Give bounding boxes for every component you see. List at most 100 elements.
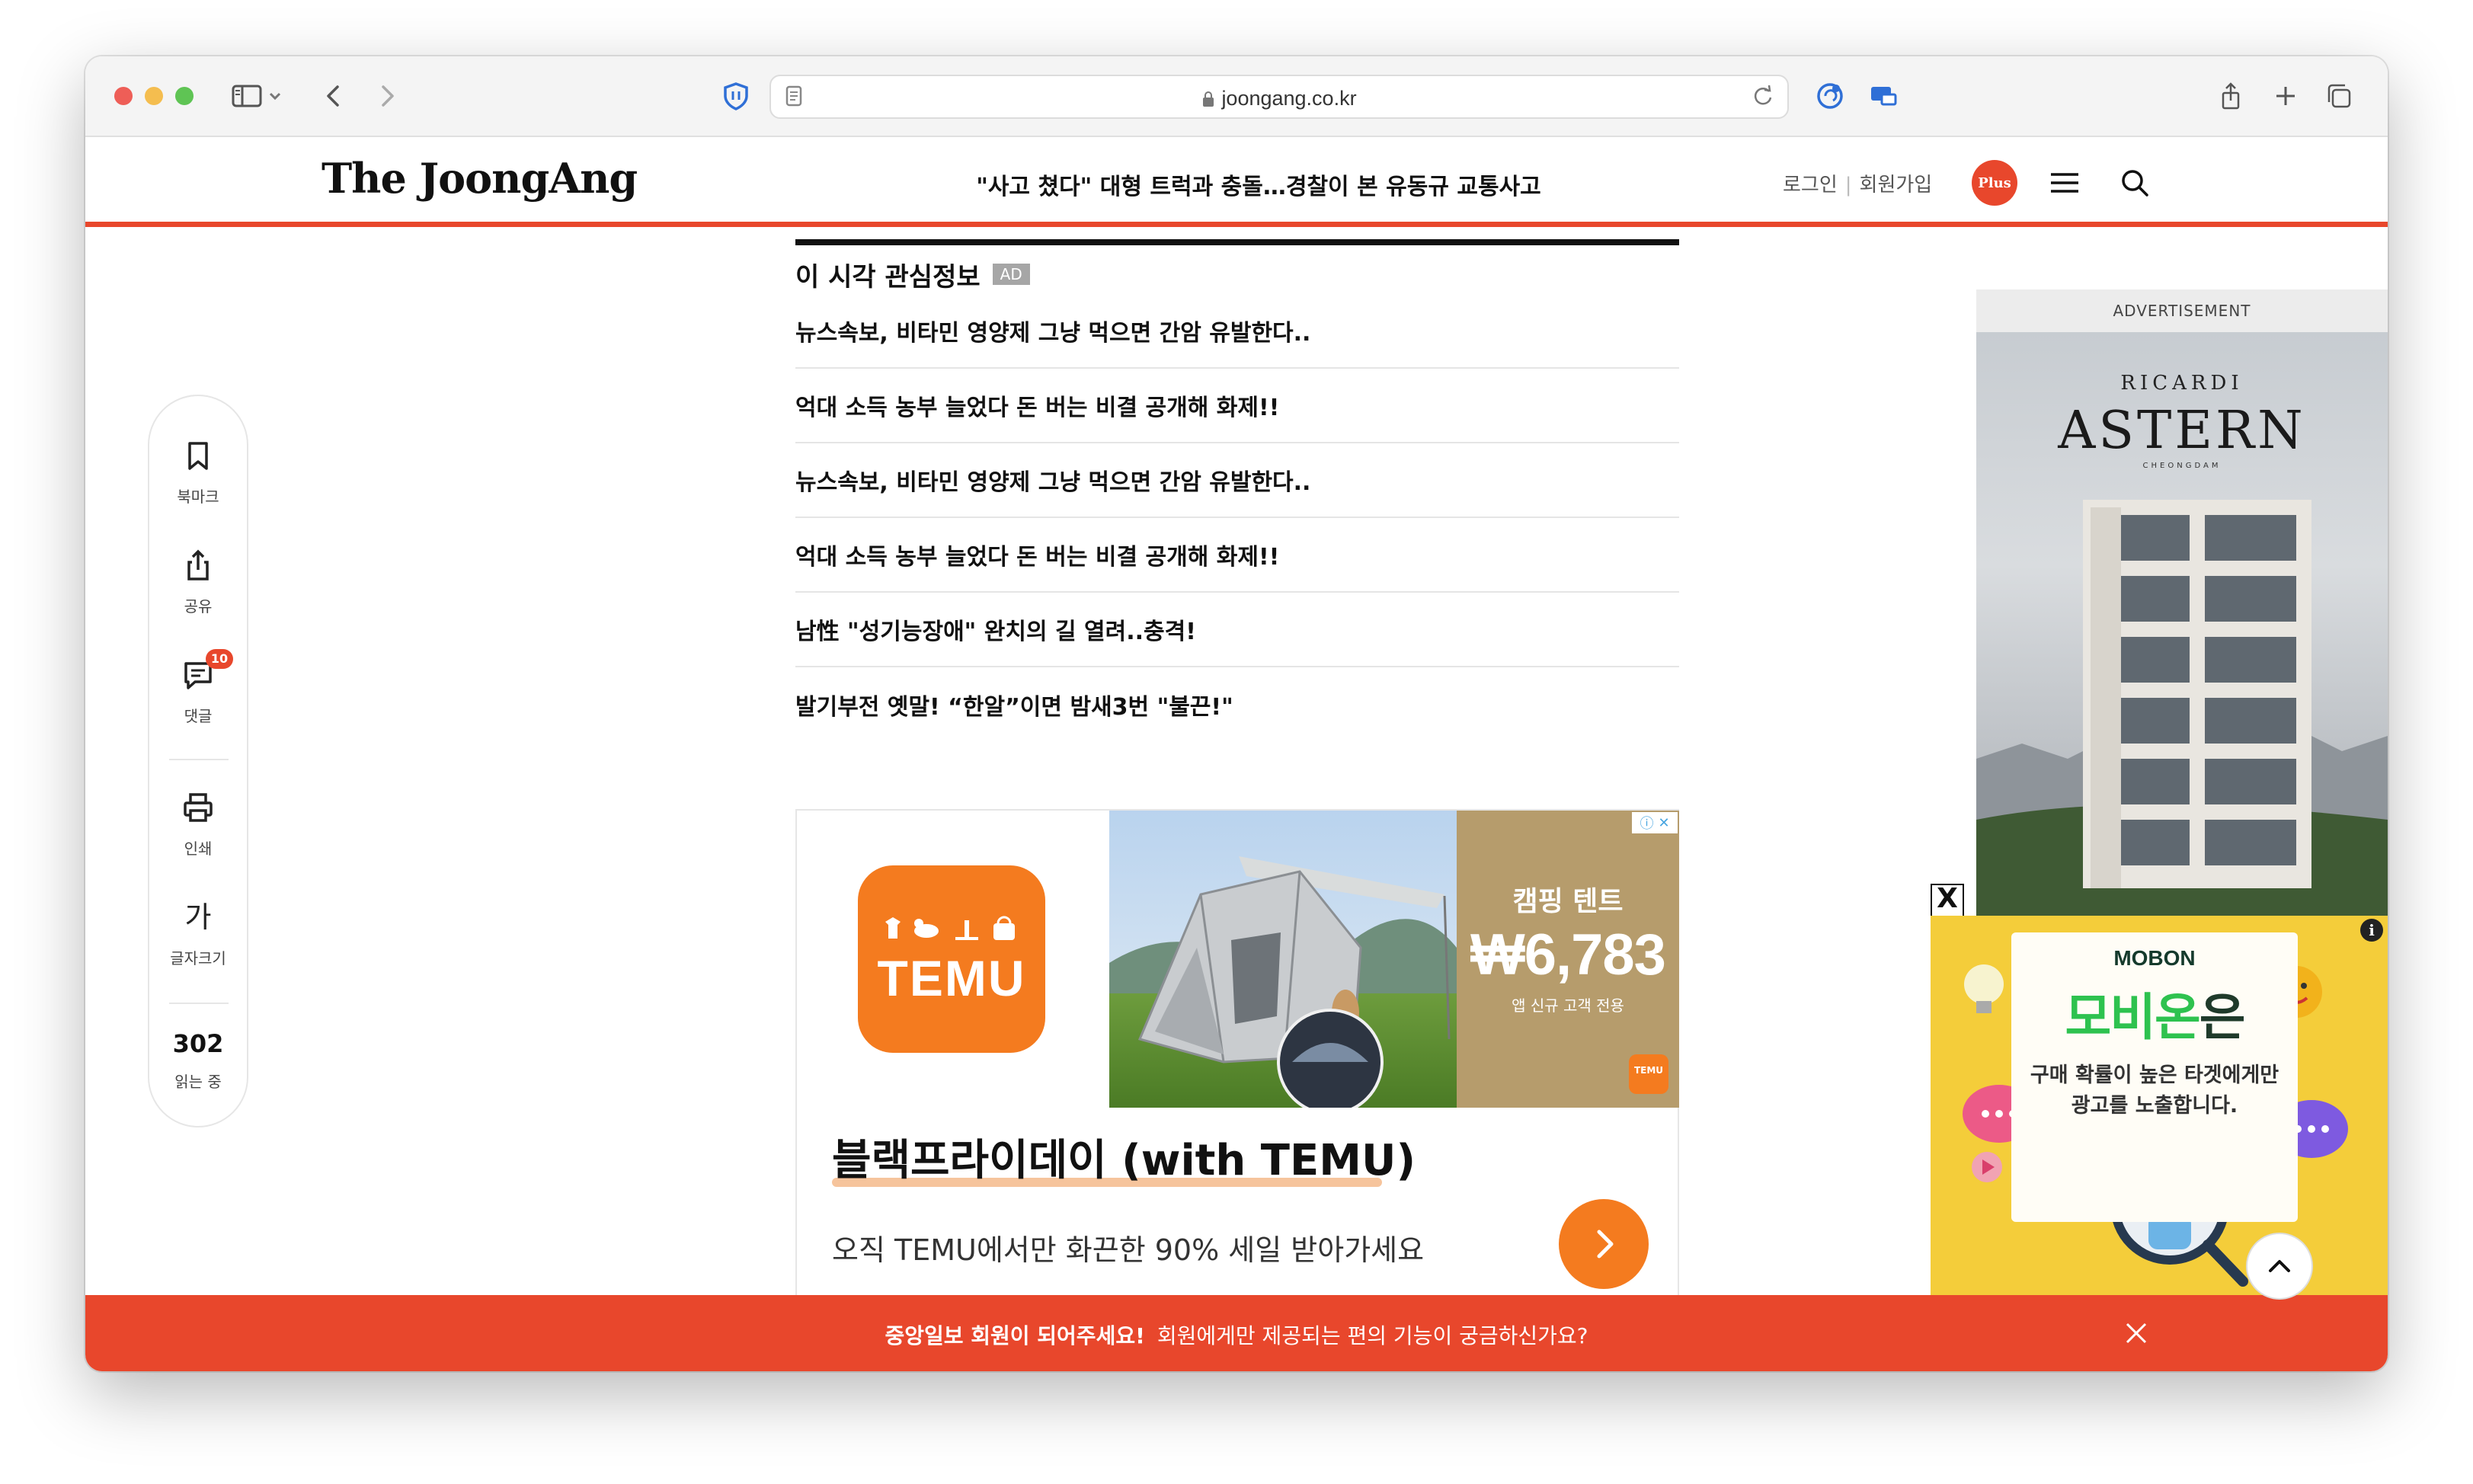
menu-icon[interactable] xyxy=(2046,165,2083,201)
bookmark-icon xyxy=(188,442,208,470)
comment-count-badge: 10 xyxy=(206,649,233,669)
banner-body-text: 회원에게만 제공되는 편의 기능이 궁금하신가요? xyxy=(1157,1323,1588,1348)
product-name: 캠핑 텐트 xyxy=(1512,886,1624,917)
section-title: 이 시각 관심정보 AD xyxy=(795,254,1679,294)
bookmark-button[interactable]: 북마크 xyxy=(149,437,247,507)
price-panel[interactable]: ⓘ ✕ 캠핑 텐트 ₩6,783 앱 신규 고객 전용 TEMU xyxy=(1457,811,1679,1108)
mobon-line-1: 구매 확률이 높은 타겟에게만 xyxy=(2030,1063,2279,1087)
temu-chip-logo: TEMU xyxy=(1629,1054,1668,1094)
astern-subtitle: CHEONGDAM xyxy=(2142,462,2222,470)
ad-go-button[interactable] xyxy=(1559,1199,1649,1289)
print-button[interactable]: 인쇄 xyxy=(149,789,247,859)
list-item[interactable]: 억대 소득 농부 늘었다 돈 버는 비결 공개해 화제!! xyxy=(795,518,1679,593)
forward-icon[interactable] xyxy=(369,78,405,114)
ad-close-button[interactable]: X xyxy=(1931,884,1964,917)
sidebar-icon[interactable] xyxy=(229,78,265,114)
chevron-down-icon[interactable] xyxy=(264,78,286,114)
back-icon[interactable] xyxy=(315,78,352,114)
list-item[interactable]: 뉴스속보, 비타민 영양제 그냥 먹으면 간암 유발한다.. xyxy=(795,443,1679,518)
font-size-button[interactable]: 가 글자크기 xyxy=(149,899,247,968)
temu-product-icons xyxy=(885,916,1015,940)
url-display[interactable]: joongang.co.kr xyxy=(771,87,1787,110)
mobon-brand: MOBON xyxy=(2113,946,2196,970)
search-icon[interactable] xyxy=(2116,165,2153,201)
temu-logo[interactable]: TEMU xyxy=(858,865,1045,1053)
astern-ad[interactable]: RICARDI ASTERN CHEONGDAM xyxy=(1976,332,2388,916)
font-size-label: 글자크기 xyxy=(170,949,226,967)
mobon-ad[interactable]: i MOBON 모비온은 구매 확률이 높은 타겟에게만 광고를 노출합니다. xyxy=(1931,916,2388,1312)
minimize-window-button[interactable] xyxy=(145,87,163,105)
comments-button[interactable]: 10 댓글 xyxy=(149,649,247,726)
interest-info-section: 이 시각 관심정보 AD 뉴스속보, 비타민 영양제 그냥 먹으면 간암 유발한… xyxy=(795,239,1679,742)
list-item[interactable]: 발기부전 옛말! “한알”이면 밤새3번 "불끈!" xyxy=(795,667,1679,742)
section-top-rule xyxy=(795,239,1679,245)
browser-window: joongang.co.kr The JoongAng "사고 쳤다" 대형 트… xyxy=(85,56,2388,1371)
banner-text[interactable]: 중앙일보 회원이 되어주세요! 회원에게만 제공되는 편의 기능이 궁금하신가요? xyxy=(85,1319,2388,1350)
lock-icon xyxy=(1201,89,1215,107)
signup-link[interactable]: 회원가입 xyxy=(1860,174,1933,197)
mobon-description: 구매 확률이 높은 타겟에게만 광고를 노출합니다. xyxy=(2011,1060,2298,1121)
close-icon[interactable]: ✕ xyxy=(1658,815,1669,831)
rail-divider xyxy=(169,1003,229,1004)
tent-photo[interactable] xyxy=(1109,811,1457,1108)
rail-divider xyxy=(169,759,229,760)
ad-tag: AD xyxy=(992,264,1030,285)
ad-headline[interactable]: 블랙프라이데이 (with TEMU) xyxy=(832,1126,1416,1188)
close-icon[interactable] xyxy=(2119,1316,2153,1350)
article-action-rail: 북마크 공유 10 댓글 인쇄 가 글자크기 302 읽는 중 xyxy=(148,395,248,1127)
new-tab-icon[interactable] xyxy=(2267,78,2304,114)
list-item[interactable]: 뉴스속보, 비타민 영양제 그냥 먹으면 간암 유발한다.. xyxy=(795,294,1679,369)
astern-brand: RICARDI xyxy=(2120,372,2244,395)
info-icon: ⓘ xyxy=(1640,816,1654,832)
screen-mirror-icon[interactable] xyxy=(1865,78,1902,114)
site-logo[interactable]: The JoongAng xyxy=(322,154,638,203)
print-label: 인쇄 xyxy=(184,840,213,858)
readers-counter: 302 읽는 중 xyxy=(149,1028,247,1092)
site-header: The JoongAng "사고 쳤다" 대형 트럭과 충돌…경찰이 본 유동규… xyxy=(85,137,2388,227)
interest-list: 뉴스속보, 비타민 영양제 그냥 먹으면 간암 유발한다.. 억대 소득 농부 … xyxy=(795,294,1679,742)
reload-icon[interactable] xyxy=(1748,81,1778,111)
font-size-icon: 가 xyxy=(184,900,212,934)
share-icon[interactable] xyxy=(2212,78,2249,114)
list-item[interactable]: 억대 소득 농부 늘었다 돈 버는 비결 공개해 화제!! xyxy=(795,369,1679,443)
banner-bold-text: 중앙일보 회원이 되어주세요! xyxy=(885,1323,1145,1348)
share-icon xyxy=(187,549,209,580)
close-window-button[interactable] xyxy=(114,87,133,105)
chevron-right-icon xyxy=(1597,1230,1614,1259)
plus-button[interactable]: Plus xyxy=(1972,160,2017,206)
temu-ad[interactable]: TEMU ⓘ ✕ 캠핑 텐트 ₩6,783 앱 신규 고객 전용 TEMU 블랙… xyxy=(795,809,1679,1297)
adchoices-icon[interactable]: ⓘ ✕ xyxy=(1632,812,1678,833)
mobon-title: 모비온은 xyxy=(2011,977,2298,1050)
shield-icon[interactable] xyxy=(718,78,754,114)
url-text: joongang.co.kr xyxy=(1221,87,1357,110)
temu-logo-text: TEMU xyxy=(877,950,1026,1006)
bookmark-label: 북마크 xyxy=(177,488,219,506)
readers-label: 읽는 중 xyxy=(174,1073,222,1091)
astern-title: ASTERN xyxy=(2058,401,2306,461)
mobon-title-main: 모비온 xyxy=(2065,988,2201,1047)
advertisement-label-text: ADVERTISEMENT xyxy=(2113,302,2251,320)
zoom-window-button[interactable] xyxy=(175,87,194,105)
price-note: 앱 신규 고객 전용 xyxy=(1512,996,1624,1015)
tabs-overview-icon[interactable] xyxy=(2321,78,2357,114)
section-title-text: 이 시각 관심정보 xyxy=(795,261,981,293)
membership-banner[interactable]: 중앙일보 회원이 되어주세요! 회원에게만 제공되는 편의 기능이 궁금하신가요? xyxy=(85,1295,2388,1371)
mobon-title-suffix: 은 xyxy=(2199,988,2246,1047)
list-item[interactable]: 남性 "성기능장애" 완치의 길 열려..충격! xyxy=(795,593,1679,667)
mobon-line-2: 광고를 노출합니다. xyxy=(2071,1094,2238,1118)
share-button[interactable]: 공유 xyxy=(149,547,247,616)
extension-icon[interactable] xyxy=(1812,78,1848,114)
chevron-up-icon xyxy=(2269,1260,2290,1272)
separator: | xyxy=(1844,174,1852,197)
browser-toolbar: joongang.co.kr xyxy=(85,56,2388,137)
ad-subtext[interactable]: 오직 TEMU에서만 화끈한 90% 세일 받아가세요 xyxy=(832,1227,1424,1268)
advertisement-label: ADVERTISEMENT xyxy=(1976,289,2388,332)
mobon-card: MOBON 모비온은 구매 확률이 높은 타겟에게만 광고를 노출합니다. xyxy=(2011,932,2298,1222)
header-headline[interactable]: "사고 쳤다" 대형 트럭과 충돌…경찰이 본 유동규 교통사고 xyxy=(969,168,1548,201)
login-link[interactable]: 로그인 xyxy=(1783,174,1838,197)
address-bar[interactable]: joongang.co.kr xyxy=(769,75,1789,119)
readers-count: 302 xyxy=(172,1029,224,1058)
share-label: 공유 xyxy=(184,597,213,616)
comments-label: 댓글 xyxy=(184,707,213,725)
scroll-to-top-button[interactable] xyxy=(2246,1233,2313,1300)
